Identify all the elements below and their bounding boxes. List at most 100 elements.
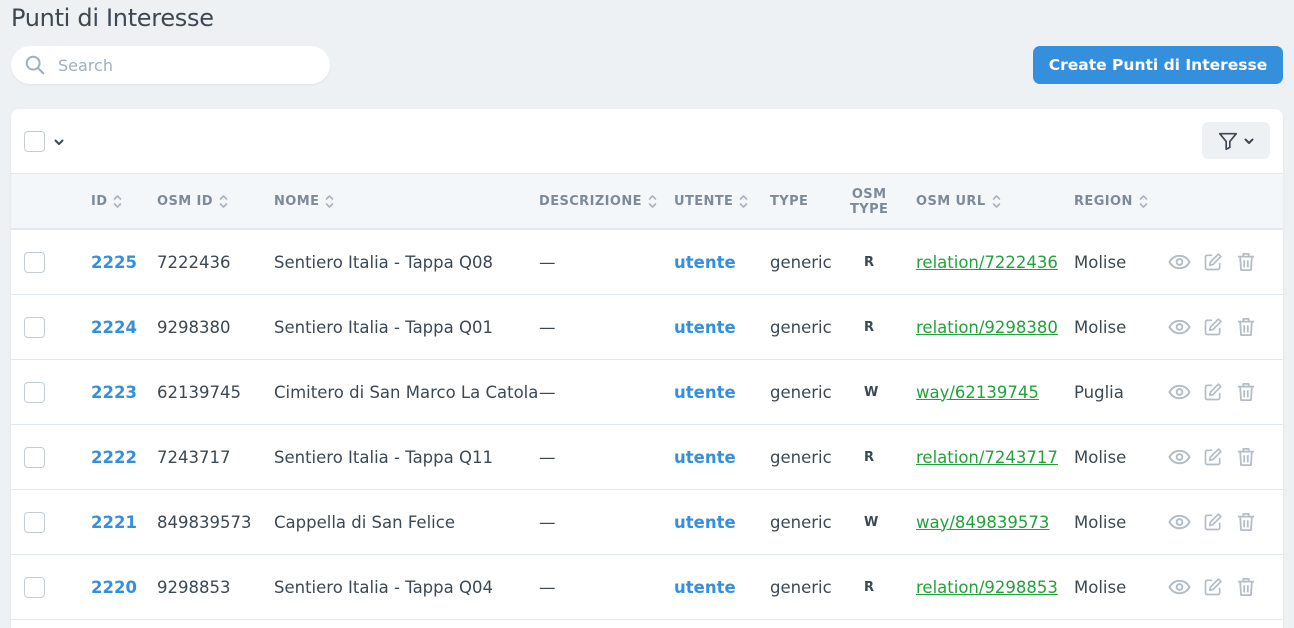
row-actions — [1168, 295, 1257, 359]
id-cell: 2221 — [91, 490, 137, 554]
edit-icon[interactable] — [1201, 252, 1224, 272]
column-header-id[interactable]: ID — [91, 174, 122, 229]
osm-id-cell: 849839573 — [157, 512, 252, 532]
column-header-osm-url[interactable]: OSM URL — [916, 174, 1001, 229]
id-link[interactable]: 2221 — [91, 513, 137, 532]
descrizione-cell: — — [539, 512, 556, 532]
row-checkbox-cell — [24, 555, 45, 619]
osm-url-cell: way/849839573 — [916, 490, 1049, 554]
region-cell: Molise — [1074, 577, 1127, 597]
edit-icon[interactable] — [1201, 382, 1224, 402]
id-cell: 2224 — [91, 295, 137, 359]
osm-url-link[interactable]: relation/7243717 — [916, 448, 1058, 467]
column-header-utente[interactable]: UTENTE — [674, 174, 748, 229]
type-cell: generic — [770, 382, 832, 402]
row-checkbox[interactable] — [24, 446, 45, 468]
create-button[interactable]: Create Punti di Interesse — [1033, 46, 1283, 84]
sort-icon[interactable] — [113, 194, 122, 209]
region-cell: Molise — [1074, 252, 1127, 272]
descrizione-cell: — — [539, 252, 556, 272]
column-header-nome[interactable]: NOME — [274, 174, 334, 229]
row-actions — [1168, 425, 1257, 489]
eye-icon[interactable] — [1168, 449, 1191, 465]
id-cell: 2222 — [91, 425, 137, 489]
osm-url-link[interactable]: way/62139745 — [916, 383, 1039, 402]
edit-icon[interactable] — [1201, 512, 1224, 532]
row-checkbox-cell — [24, 425, 45, 489]
search-box[interactable] — [11, 46, 330, 84]
trash-icon[interactable] — [1234, 382, 1257, 402]
edit-icon[interactable] — [1201, 447, 1224, 467]
row-checkbox[interactable] — [24, 576, 45, 598]
id-link[interactable]: 2224 — [91, 318, 137, 337]
osm-url-link[interactable]: relation/9298853 — [916, 578, 1058, 597]
utente-cell: utente — [674, 490, 736, 554]
id-link[interactable]: 2220 — [91, 578, 137, 597]
id-link[interactable]: 2225 — [91, 253, 137, 272]
utente-link[interactable]: utente — [674, 448, 736, 467]
id-link[interactable]: 2222 — [91, 448, 137, 467]
osm-type-cell: R — [864, 449, 875, 465]
trash-icon[interactable] — [1234, 577, 1257, 597]
sort-icon[interactable] — [992, 194, 1001, 209]
select-all-checkbox[interactable] — [24, 131, 45, 152]
trash-icon[interactable] — [1234, 512, 1257, 532]
eye-icon[interactable] — [1168, 514, 1191, 530]
row-checkbox[interactable] — [24, 251, 45, 273]
edit-icon[interactable] — [1201, 317, 1224, 337]
sort-icon[interactable] — [325, 194, 334, 209]
trash-icon[interactable] — [1234, 252, 1257, 272]
utente-link[interactable]: utente — [674, 318, 736, 337]
column-header-osm-type: OSM TYPE — [850, 186, 889, 217]
region-cell: Molise — [1074, 447, 1127, 467]
region-cell: Puglia — [1074, 382, 1124, 402]
eye-icon[interactable] — [1168, 319, 1191, 335]
search-input[interactable] — [58, 55, 298, 75]
row-actions — [1168, 555, 1257, 619]
utente-link[interactable]: utente — [674, 578, 736, 597]
table-header: ID OSM ID NOME DESCRIZIONE UTENTE TYPE O… — [11, 173, 1283, 230]
osm-url-link[interactable]: relation/7222436 — [916, 253, 1058, 272]
trash-icon[interactable] — [1234, 317, 1257, 337]
osm-url-link[interactable]: relation/9298380 — [916, 318, 1058, 337]
eye-icon[interactable] — [1168, 254, 1191, 270]
sort-icon[interactable] — [219, 194, 228, 209]
page-title: Punti di Interesse — [11, 4, 214, 32]
filter-button[interactable] — [1202, 122, 1270, 159]
utente-cell: utente — [674, 230, 736, 294]
utente-cell: utente — [674, 555, 736, 619]
nome-cell: Cappella di San Felice — [274, 512, 455, 532]
utente-link[interactable]: utente — [674, 253, 736, 272]
osm-type-cell: R — [864, 579, 875, 595]
utente-link[interactable]: utente — [674, 513, 736, 532]
trash-icon[interactable] — [1234, 447, 1257, 467]
row-checkbox[interactable] — [24, 511, 45, 533]
row-checkbox[interactable] — [24, 381, 45, 403]
column-header-region[interactable]: REGION — [1074, 174, 1148, 229]
eye-icon[interactable] — [1168, 384, 1191, 400]
chevron-down-icon — [1244, 138, 1254, 144]
region-cell: Molise — [1074, 512, 1127, 532]
osm-url-cell: relation/7243717 — [916, 425, 1058, 489]
nome-cell: Cimitero di San Marco La Catola — [274, 382, 539, 402]
sort-icon[interactable] — [739, 194, 748, 209]
osm-url-cell: relation/9298853 — [916, 555, 1058, 619]
row-checkbox[interactable] — [24, 316, 45, 338]
select-all-control[interactable] — [24, 131, 65, 152]
chevron-down-icon[interactable] — [53, 136, 65, 148]
type-cell: generic — [770, 252, 832, 272]
sort-icon[interactable] — [648, 194, 657, 209]
sort-icon[interactable] — [1139, 194, 1148, 209]
osm-url-link[interactable]: way/849839573 — [916, 513, 1049, 532]
osm-id-cell: 9298853 — [157, 577, 231, 597]
eye-icon[interactable] — [1168, 579, 1191, 595]
utente-link[interactable]: utente — [674, 383, 736, 402]
edit-icon[interactable] — [1201, 577, 1224, 597]
column-header-osm-id[interactable]: OSM ID — [157, 174, 228, 229]
id-link[interactable]: 2223 — [91, 383, 137, 402]
osm-url-cell: way/62139745 — [916, 360, 1039, 424]
descrizione-cell: — — [539, 317, 556, 337]
column-header-descrizione[interactable]: DESCRIZIONE — [539, 174, 657, 229]
osm-id-cell: 7222436 — [157, 252, 231, 272]
nome-cell: Sentiero Italia - Tappa Q11 — [274, 447, 493, 467]
